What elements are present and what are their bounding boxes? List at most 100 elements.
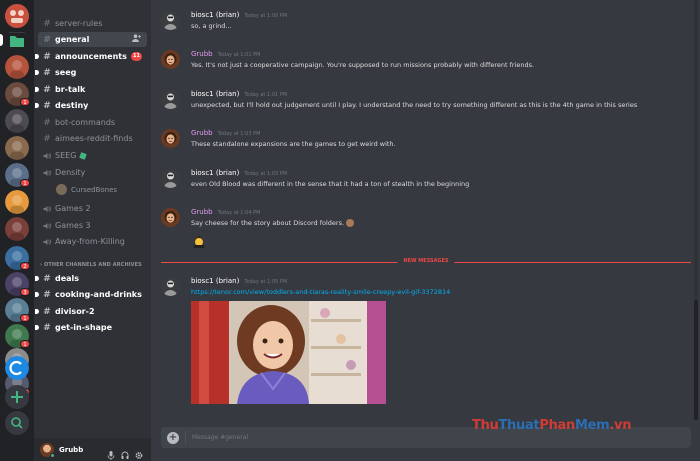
channel-general[interactable]: # general (38, 32, 147, 47)
explore-servers-button[interactable] (5, 411, 29, 435)
channel-games-3[interactable]: Games 3 (38, 218, 147, 233)
home-discord-icon[interactable] (5, 4, 29, 28)
channel-server-rules[interactable]: # server-rules (38, 16, 147, 31)
message-input[interactable] (192, 434, 691, 441)
server-mention-badge: 3 (20, 288, 30, 296)
author-avatar[interactable] (161, 50, 180, 69)
author-avatar[interactable] (161, 277, 180, 296)
server-icon[interactable] (5, 55, 29, 79)
author-avatar[interactable] (161, 11, 180, 30)
invite-user-icon[interactable] (132, 34, 141, 44)
speaker-icon (43, 205, 51, 213)
message-link[interactable]: https://tenor.com/view/toddlers-and-tiar… (191, 288, 450, 296)
microphone-icon[interactable] (107, 445, 115, 460)
online-status-icon (50, 452, 55, 458)
server-mention-badge: 1 (20, 340, 30, 348)
channel-label: destiny (55, 101, 89, 110)
voice-user-name: CursedBones (71, 185, 118, 194)
message-text: so, a grind... (191, 22, 232, 30)
server-icon[interactable] (5, 109, 29, 133)
message-text: These standalone expansions are the game… (191, 140, 396, 148)
author-avatar[interactable] (161, 208, 180, 227)
watermark-logo: ThuThuatPhanMem.vn (472, 418, 632, 433)
message-body: even Old Blood was different in the sens… (191, 180, 470, 188)
author-name[interactable]: biosc1 (brian) (191, 277, 239, 285)
author-name[interactable]: Grubb (191, 129, 213, 137)
server-icon[interactable] (5, 356, 29, 380)
server-icon[interactable] (5, 136, 29, 160)
speaker-icon (43, 152, 51, 160)
message-timestamp: Today at 1:05 PM (244, 279, 288, 285)
settings-gear-icon[interactable] (135, 445, 143, 459)
voice-user[interactable]: CursedBones (56, 184, 117, 195)
message-body: These standalone expansions are the game… (191, 140, 396, 148)
channel-label: SEEG (55, 151, 77, 160)
user-panel: Grubb (34, 438, 151, 461)
hash-icon: # (43, 51, 51, 62)
hash-icon: # (43, 133, 51, 144)
scrollbar-thumb[interactable] (694, 300, 698, 420)
channel-label: divisor-2 (55, 307, 95, 316)
new-messages-divider: NEW MESSAGES (161, 258, 691, 264)
channel-label: Games 3 (55, 221, 91, 230)
author-avatar[interactable] (161, 90, 180, 109)
message-body: Say cheese for the story about Discord f… (191, 219, 345, 227)
author-avatar[interactable] (161, 129, 180, 148)
composer-divider (185, 431, 186, 444)
channel-seeg[interactable]: SEEG (38, 148, 147, 163)
channel-label: seeg (55, 68, 77, 77)
channel-label: cooking-and-drinks (55, 290, 142, 299)
message-text: even Old Blood was different in the sens… (191, 180, 469, 188)
channel-announcements[interactable]: # announcements 11 (35, 49, 147, 64)
unread-indicator (35, 292, 39, 297)
add-server-button[interactable] (5, 385, 29, 409)
channel-label: announcements (55, 52, 127, 61)
server-icon[interactable] (5, 217, 29, 241)
channel-br-talk[interactable]: # br-talk (35, 82, 147, 97)
author-name[interactable]: Grubb (191, 50, 213, 58)
author-name[interactable]: biosc1 (brian) (191, 90, 239, 98)
mention-badge: 11 (131, 52, 142, 61)
channel-label: br-talk (55, 85, 86, 94)
message-body: so, a grind... (191, 22, 232, 30)
channel-deals[interactable]: # deals (35, 271, 147, 286)
channel-bot-commands[interactable]: # bot-commands (38, 115, 147, 130)
channel-destiny[interactable]: # destiny (35, 98, 147, 113)
server-mention-badge: 1 (20, 314, 30, 322)
unread-indicator (35, 54, 39, 59)
server-icon[interactable] (5, 190, 29, 214)
message-text: Say cheese for the story about Discord f… (191, 219, 355, 227)
hash-icon: # (43, 100, 51, 111)
unread-indicator (35, 87, 39, 92)
channel-label: bot-commands (55, 118, 116, 127)
channel-get-in-shape[interactable]: # get-in-shape (35, 320, 147, 335)
channel-games-2[interactable]: Games 2 (38, 201, 147, 216)
category-header[interactable]: › OTHER CHANNELS AND ARCHIVES (40, 262, 142, 268)
message-timestamp: Today at 1:01 PM (217, 52, 261, 58)
server-mention-badge: 2 (20, 262, 30, 270)
unread-indicator (35, 70, 39, 75)
hash-icon: # (43, 306, 51, 317)
message-timestamp: Today at 1:03 PM (244, 171, 288, 177)
channel-label: Games 2 (55, 204, 91, 213)
headphones-icon[interactable] (121, 445, 129, 459)
category-label: OTHER CHANNELS AND ARCHIVES (44, 262, 142, 268)
server-mention-badge: 1 (20, 98, 30, 106)
channel-divisor-2[interactable]: # divisor-2 (35, 304, 147, 319)
channel-cooking-and-drinks[interactable]: # cooking-and-drinks (35, 287, 147, 302)
author-name[interactable]: Grubb (191, 208, 213, 216)
large-emoji-icon (191, 232, 207, 248)
speaker-icon (43, 222, 51, 230)
author-name[interactable]: biosc1 (brian) (191, 11, 239, 19)
author-avatar[interactable] (161, 169, 180, 188)
channel-density[interactable]: Density (38, 165, 147, 180)
user-avatar[interactable] (40, 442, 55, 458)
channel-away-from-killing[interactable]: Away-from-Killing (38, 234, 147, 249)
author-name[interactable]: biosc1 (brian) (191, 169, 239, 177)
gif-embed[interactable] (191, 301, 386, 404)
channel-aimees-reddit-finds[interactable]: # aimees-reddit-finds (38, 131, 147, 146)
scrollbar[interactable] (694, 0, 698, 420)
upload-plus-icon[interactable]: + (167, 431, 179, 444)
folder-icon[interactable] (5, 29, 29, 53)
channel-seeg[interactable]: # seeg (35, 65, 147, 80)
